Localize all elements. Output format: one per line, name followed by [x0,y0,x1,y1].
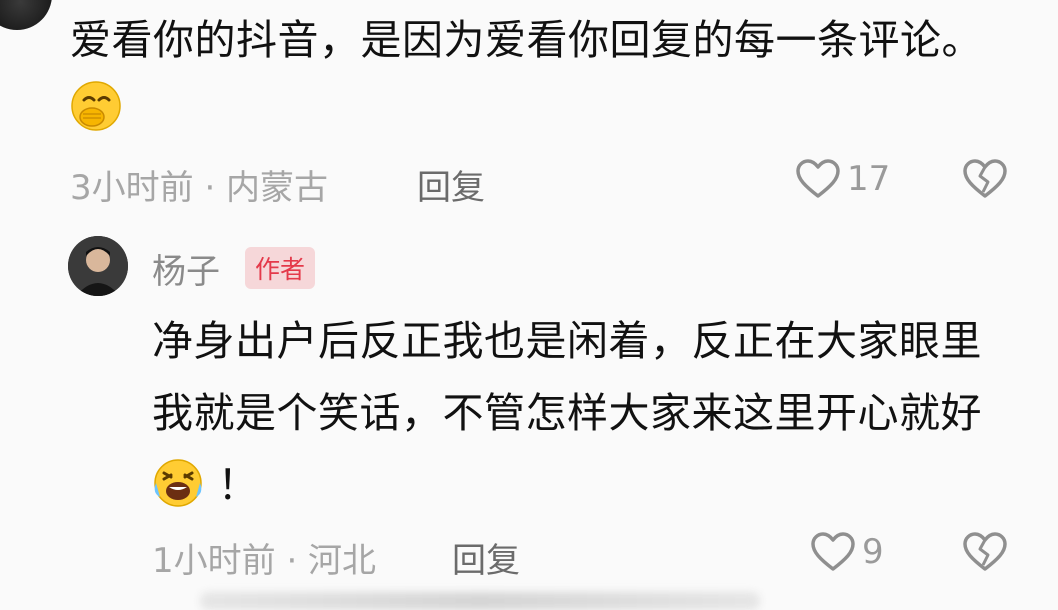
author-avatar[interactable] [68,236,128,296]
reply-like-count: 9 [862,532,884,572]
top-comment-dislike-button[interactable] [962,158,1008,200]
reply-reply-button[interactable]: 回复 [452,533,520,582]
top-comment-meta: 3小时前 · 内蒙古 [70,168,329,208]
broken-heart-icon [963,532,1007,571]
author-username[interactable]: 杨子 [152,244,220,293]
author-reply-body: 净身出户后反正我也是闲着，反正在大家眼里我就是个笑话，不管怎样大家来这里开心就好 [152,317,982,437]
top-comment-body: 爱看你的抖音，是因为爱看你回复的每一条评论。 [70,16,983,64]
top-comment-reply-button[interactable]: 回复 [417,160,485,209]
top-comment-like-button[interactable]: 17 [795,158,890,200]
reply-like-button[interactable]: 9 [810,531,884,573]
reply-dislike-button[interactable] [962,531,1008,573]
blurred-next-comment [200,592,760,610]
heart-icon [811,532,855,571]
heart-icon [796,159,840,198]
broken-heart-icon [963,159,1007,198]
hand-over-mouth-emoji-icon [70,80,122,132]
top-comment-like-count: 17 [847,159,891,199]
author-badge: 作者 [245,247,316,289]
author-reply-text: 净身出户后反正我也是闲着，反正在大家眼里我就是个笑话，不管怎样大家来这里开心就好… [152,305,1012,521]
top-comment-text: 爱看你的抖音，是因为爱看你回复的每一条评论。 [70,6,1030,142]
rolling-laughing-emoji-icon [152,457,204,509]
commenter-avatar[interactable] [0,0,52,30]
reply-meta: 1小时前 · 河北 [152,541,377,581]
author-reply-end: ！ [217,461,260,509]
